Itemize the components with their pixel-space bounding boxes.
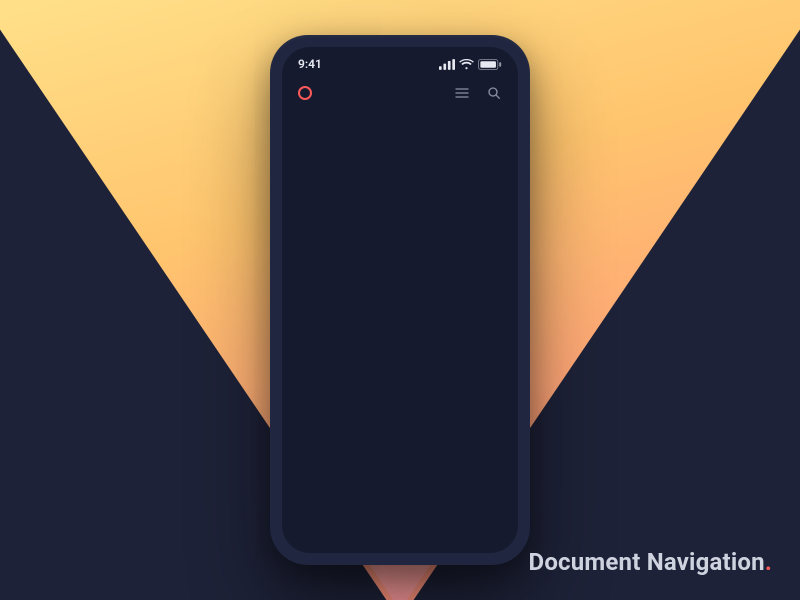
page-title: Document Navigation. [529, 548, 772, 576]
page-title-text: Document Navigation [529, 548, 765, 576]
page-title-dot: . [765, 548, 772, 576]
search-icon [486, 85, 502, 101]
menu-icon [454, 85, 470, 101]
signal-icon [439, 59, 455, 70]
status-time: 9:41 [298, 57, 322, 71]
search-button[interactable] [486, 85, 502, 101]
app-logo-ring-icon [298, 86, 312, 100]
wifi-icon [459, 59, 474, 70]
status-bar: 9:41 [282, 47, 518, 75]
battery-icon [478, 59, 502, 70]
app-bar [282, 75, 518, 113]
status-indicators [439, 59, 502, 70]
phone-screen: 9:41 [282, 47, 518, 553]
phone-mockup: 9:41 [270, 35, 530, 565]
menu-button[interactable] [454, 85, 470, 101]
